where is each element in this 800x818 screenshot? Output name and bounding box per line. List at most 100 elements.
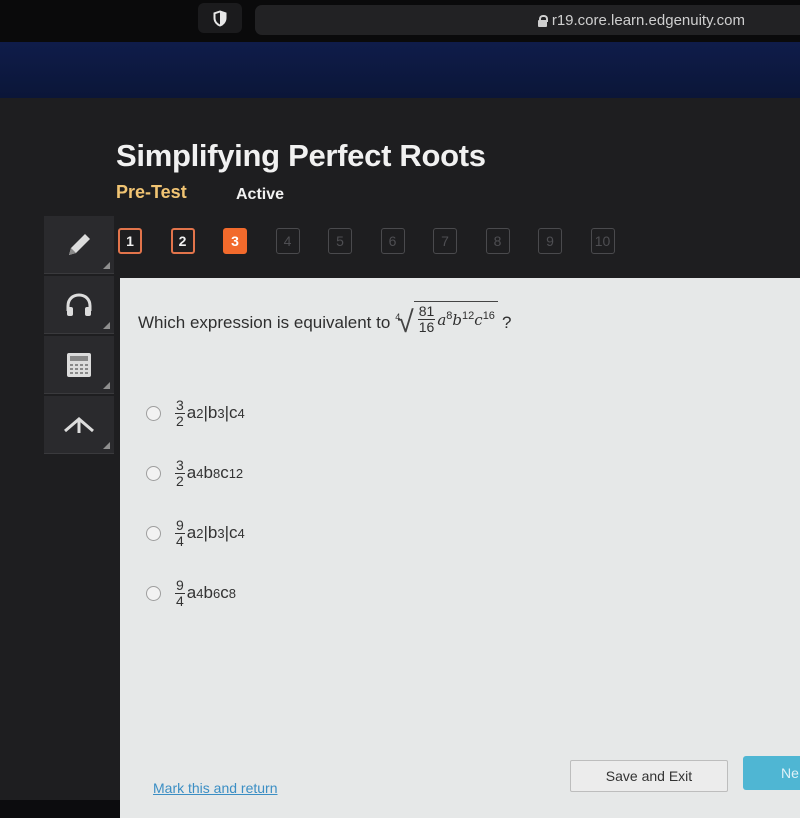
term-base: a xyxy=(186,463,197,482)
question-nav-1[interactable]: 1 xyxy=(118,228,142,254)
variable-b: b xyxy=(452,310,463,329)
pencil-tool-button[interactable] xyxy=(44,216,114,274)
tool-menu-corner xyxy=(103,382,110,389)
question-nav-3[interactable]: 3 xyxy=(223,228,247,254)
term-base: b xyxy=(203,463,213,482)
address-bar[interactable]: r19.core.learn.edgenuity.com xyxy=(255,5,800,35)
tool-menu-corner xyxy=(103,262,110,269)
term-exponent: 3 xyxy=(217,405,225,421)
privacy-shield-button[interactable] xyxy=(198,3,242,33)
radicand-fraction: 81 16 xyxy=(417,303,436,335)
term-exponent: 6 xyxy=(212,585,221,601)
term-base: c xyxy=(220,583,229,602)
term-base: a xyxy=(186,403,197,422)
question-mark: ? xyxy=(501,313,512,332)
option-fraction: 32 xyxy=(175,458,185,488)
option-fraction: 94 xyxy=(175,578,185,608)
fraction-denominator: 2 xyxy=(176,412,184,429)
option-expression: 3 2 a 2 |b 3 |c 4 xyxy=(173,398,245,428)
term-exponent: 8 xyxy=(212,465,221,481)
question-nav-2[interactable]: 2 xyxy=(170,228,195,254)
answer-options: 3 2 a 2 |b 3 |c 4 3 2 a 4 b 8 c 12 9 4 a 2 |b 3 |c 4 9 4 a 4 b 6 c 8 xyxy=(146,383,245,623)
question-panel: Which expression is equivalent to 4 √ 81… xyxy=(120,278,800,818)
question-nav-5: 5 xyxy=(328,228,352,254)
question-nav-6: 6 xyxy=(380,228,405,254)
app-area: Simplifying Perfect Roots Pre-Test Activ… xyxy=(0,98,800,818)
question-nav-9: 9 xyxy=(538,228,562,254)
fraction-denominator: 16 xyxy=(418,319,435,335)
term-exponent: 4 xyxy=(237,405,245,421)
exponent: 16 xyxy=(482,309,495,322)
pencil-icon xyxy=(69,233,90,255)
fraction-numerator: 81 xyxy=(417,303,436,320)
answer-option-2[interactable]: 3 2 a 4 b 8 c 12 xyxy=(146,443,245,503)
exponent: 12 xyxy=(462,309,475,322)
fraction-numerator: 9 xyxy=(175,516,185,534)
option-expression: 3 2 a 4 b 8 c 12 xyxy=(173,458,243,488)
radicand: 81 16 a8b12c16 xyxy=(413,301,498,335)
answer-option-3[interactable]: 9 4 a 2 |b 3 |c 4 xyxy=(146,503,245,563)
term-base: |b xyxy=(203,523,218,542)
shield-icon xyxy=(213,9,227,27)
term-base: |c xyxy=(224,403,238,422)
audio-tool-button[interactable] xyxy=(44,276,114,334)
root-index: 4 xyxy=(395,312,401,322)
term-base: |b xyxy=(203,403,218,422)
answer-option-1[interactable]: 3 2 a 2 |b 3 |c 4 xyxy=(146,383,245,443)
term-base: a xyxy=(186,583,197,602)
fraction-numerator: 3 xyxy=(175,456,185,474)
radio-button[interactable] xyxy=(146,465,161,481)
term-exponent: 4 xyxy=(196,465,204,481)
radio-button[interactable] xyxy=(146,525,161,541)
tool-menu-corner xyxy=(103,322,110,329)
calculator-tool-button[interactable] xyxy=(44,336,114,394)
term-base: b xyxy=(203,583,213,602)
question-nav-7: 7 xyxy=(433,228,457,254)
calculator-icon xyxy=(67,352,91,377)
page-title: Simplifying Perfect Roots xyxy=(116,138,486,173)
term-exponent: 4 xyxy=(196,585,204,601)
term-exponent: 2 xyxy=(196,525,204,541)
question-nav-10: 10 xyxy=(590,228,615,254)
radio-button[interactable] xyxy=(146,585,161,601)
term-exponent: 3 xyxy=(217,525,225,541)
save-and-exit-button[interactable]: Save and Exit xyxy=(570,760,728,792)
answer-option-4[interactable]: 94a4b6c8 xyxy=(146,563,245,623)
lock-icon xyxy=(537,14,548,27)
radicand-terms: a8b12c16 xyxy=(437,310,495,330)
option-expression: 94a4b6c8 xyxy=(173,578,236,608)
option-expression: 9 4 a 2 |b 3 |c 4 xyxy=(173,518,245,548)
fourth-root-expression: 4 √ 81 16 a8b12c16 xyxy=(395,301,498,338)
option-fraction: 94 xyxy=(175,518,185,548)
fraction-numerator: 3 xyxy=(175,396,185,414)
activity-type: Pre-Test xyxy=(116,182,187,202)
activity-status: Active xyxy=(236,186,285,203)
term-exponent: 4 xyxy=(237,525,245,541)
collapse-icon xyxy=(64,416,94,433)
fraction-numerator: 9 xyxy=(175,576,185,594)
tool-sidebar xyxy=(44,216,114,456)
question-text: Which expression is equivalent to 4 √ 81… xyxy=(138,301,512,338)
fraction-denominator: 2 xyxy=(176,472,184,489)
term-base: c xyxy=(220,463,229,482)
term-exponent: 8 xyxy=(228,585,236,601)
browser-toolbar: r19.core.learn.edgenuity.com xyxy=(0,0,800,42)
term-exponent: 12 xyxy=(228,465,244,481)
url-text: r19.core.learn.edgenuity.com xyxy=(551,11,745,29)
option-fraction: 32 xyxy=(175,398,185,428)
headphones-icon xyxy=(66,292,92,316)
mark-and-return-link[interactable]: Mark this and return xyxy=(153,780,278,796)
fraction-denominator: 4 xyxy=(176,592,184,609)
question-prompt: Which expression is equivalent to xyxy=(138,313,391,332)
term-exponent: 2 xyxy=(196,405,204,421)
question-nav-8: 8 xyxy=(485,228,510,254)
term-base: a xyxy=(186,523,197,542)
collapse-tools-button[interactable] xyxy=(44,396,114,454)
variable-c: c xyxy=(474,310,483,329)
variable-a: a xyxy=(437,310,447,329)
question-navigator: 1 2 3 4 5 6 7 8 9 10 xyxy=(118,228,643,254)
next-button[interactable]: Ne xyxy=(743,756,800,790)
term-base: |c xyxy=(224,523,238,542)
radio-button[interactable] xyxy=(146,405,161,421)
fraction-denominator: 4 xyxy=(176,532,184,549)
